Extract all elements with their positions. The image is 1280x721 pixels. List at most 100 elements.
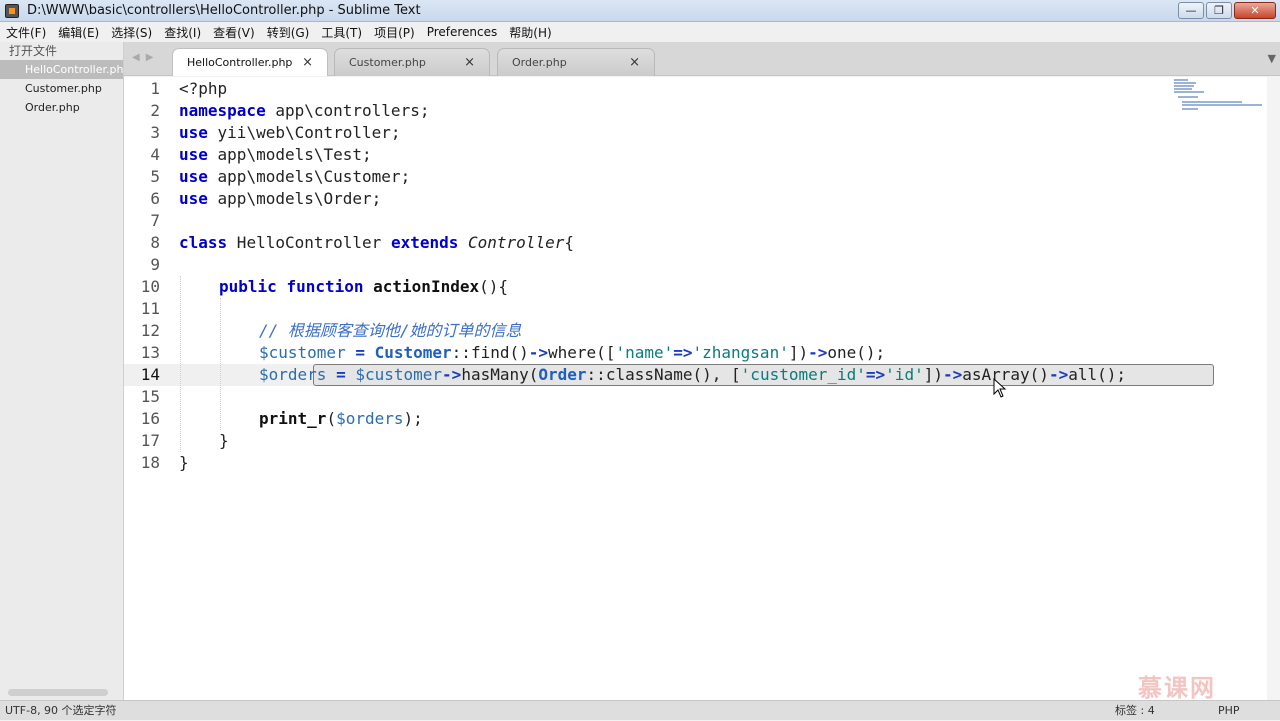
sidebar: 打开文件 HelloController.php Customer.php Or… [0, 42, 124, 700]
operator: -> [442, 365, 462, 384]
sidebar-file-hellocontroller[interactable]: HelloController.php [0, 60, 123, 79]
operator: => [673, 343, 693, 362]
tab-close-icon[interactable]: × [302, 49, 313, 77]
code-text: } [219, 431, 229, 450]
line-number: 10 [140, 277, 160, 296]
keyword: public [219, 277, 277, 296]
code-line-13: $customer = Customer::find()->where(['na… [259, 342, 885, 364]
line-number: 3 [150, 123, 160, 142]
menu-preferences[interactable]: Preferences [421, 25, 504, 39]
sublime-app-icon [5, 3, 19, 18]
line-number: 9 [150, 255, 160, 274]
editor-scrollbar[interactable] [1267, 77, 1280, 700]
close-button[interactable]: ✕ [1234, 2, 1276, 19]
code-text: yii\web\Controller; [207, 123, 401, 142]
restore-button[interactable]: ❐ [1206, 2, 1232, 19]
tab-scroll-arrows-icon[interactable]: ◀▶ [132, 52, 159, 63]
code-line-17: } [219, 430, 229, 452]
tab-customer[interactable]: Customer.php × [334, 48, 490, 76]
code-line-2: namespace app\controllers; [179, 100, 429, 122]
code-text: } [179, 453, 189, 472]
menu-selection[interactable]: 选择(S) [105, 24, 158, 41]
tab-hellocontroller[interactable]: HelloController.php × [172, 48, 328, 76]
sidebar-scrollbar[interactable] [8, 689, 108, 696]
menu-goto[interactable]: 转到(G) [261, 24, 316, 41]
line-number: 5 [150, 167, 160, 186]
line-number: 17 [140, 431, 160, 450]
function-name: print_r [259, 409, 327, 428]
string: 'customer_id' [740, 365, 866, 384]
code-editor[interactable]: 1 2 3 4 5 6 7 8 9 10 11 12 13 14 15 16 1… [124, 77, 1280, 700]
class-name: HelloController [227, 233, 391, 252]
minimap[interactable] [1172, 77, 1280, 113]
line-number-gutter: 1 2 3 4 5 6 7 8 9 10 11 12 13 14 15 16 1… [124, 77, 172, 700]
string: 'name' [615, 343, 674, 362]
line-number: 11 [140, 299, 160, 318]
status-bar: UTF-8, 90 个选定字符 标签 : 4 PHP [0, 700, 1280, 720]
code-text: all(); [1068, 365, 1126, 384]
variable: $customer [355, 365, 443, 384]
operator: = [345, 343, 375, 362]
indent-guide [220, 298, 221, 430]
code-text: app\models\Order; [207, 189, 382, 208]
status-tab-size[interactable]: 标签 : 4 [1115, 701, 1155, 721]
code-text: ]) [923, 365, 943, 384]
minimap-line [1178, 96, 1198, 98]
minimap-line [1174, 82, 1196, 84]
code-text: one(); [827, 343, 886, 362]
minimap-line [1174, 85, 1194, 87]
menu-view[interactable]: 查看(V) [207, 24, 261, 41]
menu-file[interactable]: 文件(F) [0, 24, 52, 41]
menu-find[interactable]: 查找(I) [158, 24, 207, 41]
status-syntax[interactable]: PHP [1218, 701, 1240, 721]
keyword: function [286, 277, 364, 296]
keyword: use [179, 123, 208, 142]
line-number: 13 [140, 343, 160, 362]
string: 'id' [885, 365, 924, 384]
code-text: (){ [479, 277, 509, 296]
operator: -> [808, 343, 828, 362]
code-text: where([ [548, 343, 616, 362]
code-text: ( [326, 409, 337, 428]
variable: $orders [336, 409, 404, 428]
line-number: 4 [150, 145, 160, 164]
tab-label: Customer.php [349, 56, 426, 69]
code-line-3: use yii\web\Controller; [179, 122, 401, 144]
sidebar-file-customer[interactable]: Customer.php [0, 79, 123, 98]
minimap-line [1182, 104, 1262, 106]
tab-label: HelloController.php [187, 56, 293, 69]
code-line-16: print_r($orders); [259, 408, 423, 430]
window-title: D:\WWW\basic\controllers\HelloController… [27, 3, 421, 18]
minimize-button[interactable]: — [1178, 2, 1204, 19]
minimap-line [1182, 108, 1198, 110]
code-text: ]) [788, 343, 809, 362]
line-number-current: 14 [140, 365, 160, 384]
class-ref: Order [538, 365, 587, 384]
minimap-line [1174, 79, 1188, 81]
code-line-5: use app\models\Customer; [179, 166, 410, 188]
menu-project[interactable]: 项目(P) [368, 24, 421, 41]
tab-dropdown-icon[interactable]: ▼ [1268, 52, 1276, 65]
keyword: class [179, 233, 228, 252]
variable: $customer [259, 343, 346, 362]
operator: = [326, 365, 356, 384]
menu-tools[interactable]: 工具(T) [315, 24, 368, 41]
tab-close-icon[interactable]: × [629, 49, 640, 77]
sidebar-file-order[interactable]: Order.php [0, 98, 123, 117]
title-bar: D:\WWW\basic\controllers\HelloController… [0, 0, 1280, 22]
mouse-cursor-icon [993, 377, 1007, 402]
tab-close-icon[interactable]: × [464, 49, 475, 77]
operator: -> [942, 365, 963, 384]
string: 'zhangsan' [692, 343, 789, 362]
code-text: hasMany( [461, 365, 539, 384]
code-comment: // 根据顾客查询他/她的订单的信息 [259, 321, 522, 340]
code-text: { [564, 233, 574, 252]
menu-help[interactable]: 帮助(H) [503, 24, 557, 41]
tab-order[interactable]: Order.php × [497, 48, 655, 76]
code-line-1: <?php [179, 78, 227, 100]
minimap-line [1174, 88, 1192, 90]
variable: $orders [259, 365, 327, 384]
menu-edit[interactable]: 编辑(E) [52, 24, 105, 41]
indent-guide [180, 276, 181, 452]
code-line-18: } [179, 452, 189, 474]
